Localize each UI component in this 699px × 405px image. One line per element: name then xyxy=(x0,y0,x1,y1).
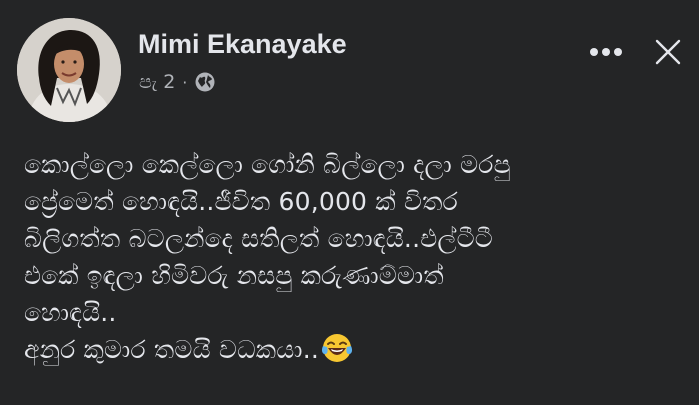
more-options-button[interactable] xyxy=(584,36,628,68)
close-icon xyxy=(655,39,681,65)
post-body: කොල්ලො කෙල්ලො ගෝනි බිල්ලො දලා මරපු ප්‍රේ… xyxy=(24,146,684,368)
post-meta: පැ 2 · xyxy=(139,70,216,94)
post-text-line: එකේ ඉඳලා හිමිවරු නසපු කරුණාම්මාත් xyxy=(24,261,444,290)
more-options-icon-dot xyxy=(590,48,598,56)
author-name[interactable]: Mimi Ekanayake xyxy=(138,28,347,60)
more-options-icon-dot xyxy=(602,48,610,56)
laughing-tears-emoji-icon xyxy=(321,332,353,364)
post-text-last-line: අනුර කුමාර තමයි වධකයා.. xyxy=(24,331,684,368)
close-button[interactable] xyxy=(652,36,684,68)
post-text-line: හොඳයි.. xyxy=(24,298,117,327)
meta-separator: · xyxy=(182,72,188,92)
post-text-line: කොල්ලො කෙල්ලො ගෝනි බිල්ලො දලා මරපු xyxy=(24,150,511,179)
post-timestamp[interactable]: පැ 2 xyxy=(139,71,175,93)
post-card: Mimi Ekanayake පැ 2 · කොල්ලො කෙල්ලො ගෝනි… xyxy=(0,0,699,405)
author-avatar[interactable] xyxy=(17,18,121,122)
globe-icon[interactable] xyxy=(194,71,216,93)
avatar-photo xyxy=(17,18,121,122)
post-text-line: බිලිගත්ත බටලන්දෙ සතිලත් හොඳයි..එල්ටීටී xyxy=(24,224,493,253)
post-text-line: අනුර කුමාර තමයි වධකයා.. xyxy=(24,335,319,364)
more-options-icon-dot xyxy=(614,48,622,56)
post-text-line: ප්‍රේමෙත් හොඳයි..ජීවිත 60,000 ක් විතර xyxy=(24,187,458,216)
